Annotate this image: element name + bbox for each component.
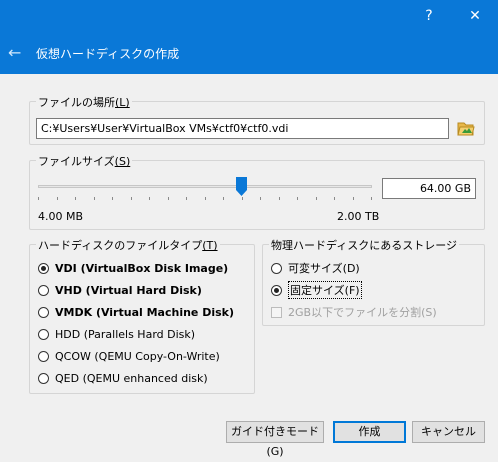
- guided-mode-button[interactable]: ガイド付きモード(G): [226, 421, 324, 458]
- help-button[interactable]: ?: [406, 0, 452, 32]
- radio-indicator[interactable]: [38, 372, 49, 384]
- slider-tick: [112, 197, 113, 200]
- slider-tick: [371, 197, 372, 200]
- disk-type-accesskey: (T): [202, 239, 218, 252]
- file-size-accesskey: (S): [114, 155, 131, 168]
- slider-thumb[interactable]: [236, 177, 247, 196]
- slider-tick: [316, 197, 317, 200]
- create-button[interactable]: 作成: [333, 421, 406, 443]
- size-min-label: 4.00 MB: [38, 210, 84, 223]
- file-location-accesskey: (L): [115, 96, 130, 109]
- cancel-button[interactable]: キャンセル: [412, 421, 485, 443]
- slider-ticks: [38, 197, 372, 200]
- radio-label: VHD (Virtual Hard Disk): [55, 283, 202, 297]
- slider-tick: [242, 197, 243, 200]
- file-location-label: ファイルの場所: [38, 96, 115, 109]
- close-button[interactable]: ✕: [452, 0, 498, 32]
- radio-fixed-label: 固定サイズ(F): [288, 281, 362, 299]
- radio-disk-type-vmdk[interactable]: VMDK (Virtual Machine Disk): [38, 304, 234, 320]
- radio-disk-type-vdi[interactable]: VDI (VirtualBox Disk Image): [38, 260, 228, 276]
- radio-label: VDI (VirtualBox Disk Image): [55, 261, 229, 275]
- radio-label: QED (QEMU enhanced disk): [55, 371, 208, 385]
- slider-tick: [297, 197, 298, 200]
- split-files-checkbox[interactable]: 2GB以下でファイルを分割(S): [271, 304, 437, 320]
- slider-tick: [131, 197, 132, 200]
- radio-fixed-size[interactable]: 固定サイズ(F): [271, 281, 362, 299]
- file-location-legend: ファイルの場所(L): [36, 94, 132, 110]
- slider-tick: [260, 197, 261, 200]
- slider-tick: [334, 197, 335, 200]
- radio-label: QCOW (QEMU Copy-On-Write): [55, 349, 220, 363]
- storage-legend: 物理ハードディスクにあるストレージ: [269, 237, 460, 253]
- file-size-input[interactable]: 64.00 GB: [382, 178, 476, 199]
- disk-type-label: ハードディスクのファイルタイプ: [38, 239, 203, 252]
- folder-open-icon[interactable]: [457, 119, 475, 137]
- slider-tick: [57, 197, 58, 200]
- wizard-header: ← 仮想ハードディスクの作成: [0, 32, 498, 74]
- radio-indicator[interactable]: [38, 350, 49, 362]
- slider-tick: [168, 197, 169, 200]
- file-path-input[interactable]: C:¥Users¥User¥VirtualBox VMs¥ctf0¥ctf0.v…: [36, 118, 449, 139]
- radio-indicator[interactable]: [38, 284, 49, 296]
- split-checkbox-label: 2GB以下でファイルを分割(S): [288, 306, 437, 319]
- disk-type-legend: ハードディスクのファイルタイプ(T): [36, 237, 220, 253]
- split-checkbox-box[interactable]: [271, 306, 282, 318]
- radio-fixed-indicator[interactable]: [271, 284, 282, 296]
- radio-dynamic-size[interactable]: 可変サイズ(D): [271, 260, 360, 276]
- slider-tick: [149, 197, 150, 200]
- radio-disk-type-qcow[interactable]: QCOW (QEMU Copy-On-Write): [38, 348, 220, 364]
- slider-tick: [186, 197, 187, 200]
- window-titlebar: ? ✕: [0, 0, 498, 32]
- slider-tick: [223, 197, 224, 200]
- radio-dynamic-label: 可変サイズ(D): [288, 262, 360, 275]
- radio-label: VMDK (Virtual Machine Disk): [55, 305, 235, 319]
- back-arrow-icon[interactable]: ←: [8, 43, 21, 62]
- size-max-label: 2.00 TB: [337, 210, 380, 223]
- radio-indicator[interactable]: [38, 262, 49, 274]
- file-size-legend: ファイルサイズ(S): [36, 153, 133, 169]
- radio-disk-type-qed[interactable]: QED (QEMU enhanced disk): [38, 370, 208, 386]
- radio-label: HDD (Parallels Hard Disk): [55, 327, 196, 341]
- slider-track: [38, 185, 372, 188]
- slider-tick: [279, 197, 280, 200]
- slider-tick: [94, 197, 95, 200]
- slider-tick: [75, 197, 76, 200]
- radio-indicator[interactable]: [38, 306, 49, 318]
- page-title: 仮想ハードディスクの作成: [36, 47, 180, 61]
- slider-tick: [205, 197, 206, 200]
- radio-disk-type-hdd[interactable]: HDD (Parallels Hard Disk): [38, 326, 195, 342]
- slider-tick: [38, 197, 39, 200]
- file-size-slider[interactable]: [38, 176, 372, 200]
- radio-indicator[interactable]: [38, 328, 49, 340]
- slider-tick: [353, 197, 354, 200]
- file-size-label: ファイルサイズ: [38, 155, 115, 168]
- radio-dynamic-indicator[interactable]: [271, 262, 282, 274]
- radio-disk-type-vhd[interactable]: VHD (Virtual Hard Disk): [38, 282, 202, 298]
